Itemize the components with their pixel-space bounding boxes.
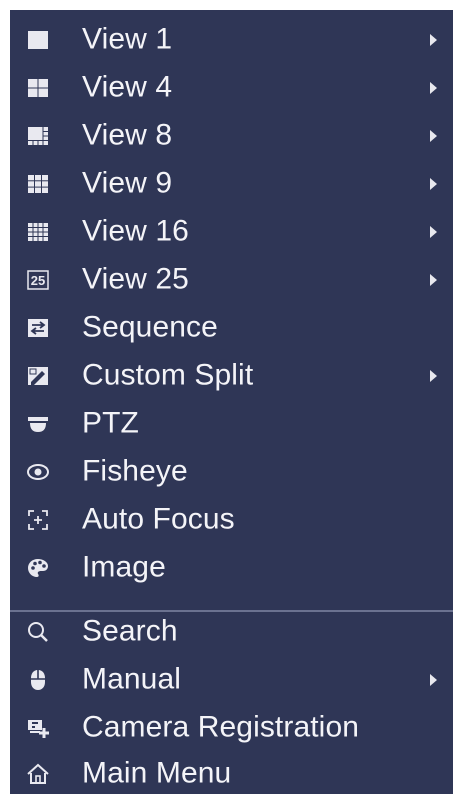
submenu-arrow-icon: [430, 674, 437, 686]
menu-item-manual[interactable]: Manual: [10, 656, 453, 704]
view25-icon: 25: [26, 268, 50, 292]
fisheye-icon: [26, 460, 50, 484]
mouse-icon: [26, 668, 50, 692]
auto-focus-icon: [26, 508, 50, 532]
menu-item-view-4[interactable]: View 4: [10, 64, 453, 112]
view25-icon-text: 25: [31, 273, 45, 288]
menu-item-camera-registration[interactable]: Camera Registration: [10, 704, 453, 752]
submenu-arrow-icon: [430, 274, 437, 286]
menu-item-ptz[interactable]: PTZ: [10, 400, 453, 448]
menu-item-view-8[interactable]: View 8: [10, 112, 453, 160]
view16-icon: [26, 220, 50, 244]
menu-item-label: Search: [82, 614, 178, 648]
menu-item-label: View 25: [82, 262, 189, 296]
image-palette-icon: [26, 556, 50, 580]
menu-item-label: Manual: [82, 662, 181, 696]
menu-item-label: Camera Registration: [82, 710, 360, 744]
menu-item-label: Sequence: [82, 310, 218, 344]
menu-item-fisheye[interactable]: Fisheye: [10, 448, 453, 496]
menu-item-label: PTZ: [82, 406, 139, 440]
submenu-arrow-icon: [430, 130, 437, 142]
menu-item-image[interactable]: Image: [10, 544, 453, 592]
submenu-arrow-icon: [430, 178, 437, 190]
view4-icon: [26, 76, 50, 100]
menu-item-label: Image: [82, 550, 166, 584]
menu-item-label: View 9: [82, 166, 173, 200]
submenu-arrow-icon: [430, 82, 437, 94]
home-icon: [26, 762, 50, 786]
view1-icon: [26, 28, 50, 52]
submenu-arrow-icon: [430, 370, 437, 382]
menu-item-custom-split[interactable]: Custom Split: [10, 352, 453, 400]
menu-item-label: View 1: [82, 22, 173, 56]
menu-item-search[interactable]: Search: [10, 608, 453, 656]
menu-item-view-25[interactable]: 25 View 25: [10, 256, 453, 304]
menu-item-view-1[interactable]: View 1: [10, 16, 453, 64]
menu-item-label: Main Menu: [82, 756, 232, 790]
view8-icon: [26, 124, 50, 148]
menu-item-label: View 4: [82, 70, 173, 104]
ptz-icon: [26, 412, 50, 436]
sequence-icon: [26, 316, 50, 340]
menu-item-label: Fisheye: [82, 454, 188, 488]
menu-item-label: View 16: [82, 214, 189, 248]
submenu-arrow-icon: [430, 34, 437, 46]
menu-item-label: Auto Focus: [82, 502, 235, 536]
menu-item-view-9[interactable]: View 9: [10, 160, 453, 208]
context-menu: View 1 View 4 View 8 View 9 View 16 25 V…: [10, 10, 453, 794]
camera-registration-icon: [26, 716, 50, 740]
submenu-arrow-icon: [430, 226, 437, 238]
menu-item-main-menu[interactable]: Main Menu: [10, 750, 453, 798]
menu-item-view-16[interactable]: View 16: [10, 208, 453, 256]
custom-split-icon: [26, 364, 50, 388]
search-icon: [26, 620, 50, 644]
view9-icon: [26, 172, 50, 196]
menu-item-sequence[interactable]: Sequence: [10, 304, 453, 352]
menu-item-label: Custom Split: [82, 358, 254, 392]
menu-item-auto-focus[interactable]: Auto Focus: [10, 496, 453, 544]
menu-item-label: View 8: [82, 118, 173, 152]
